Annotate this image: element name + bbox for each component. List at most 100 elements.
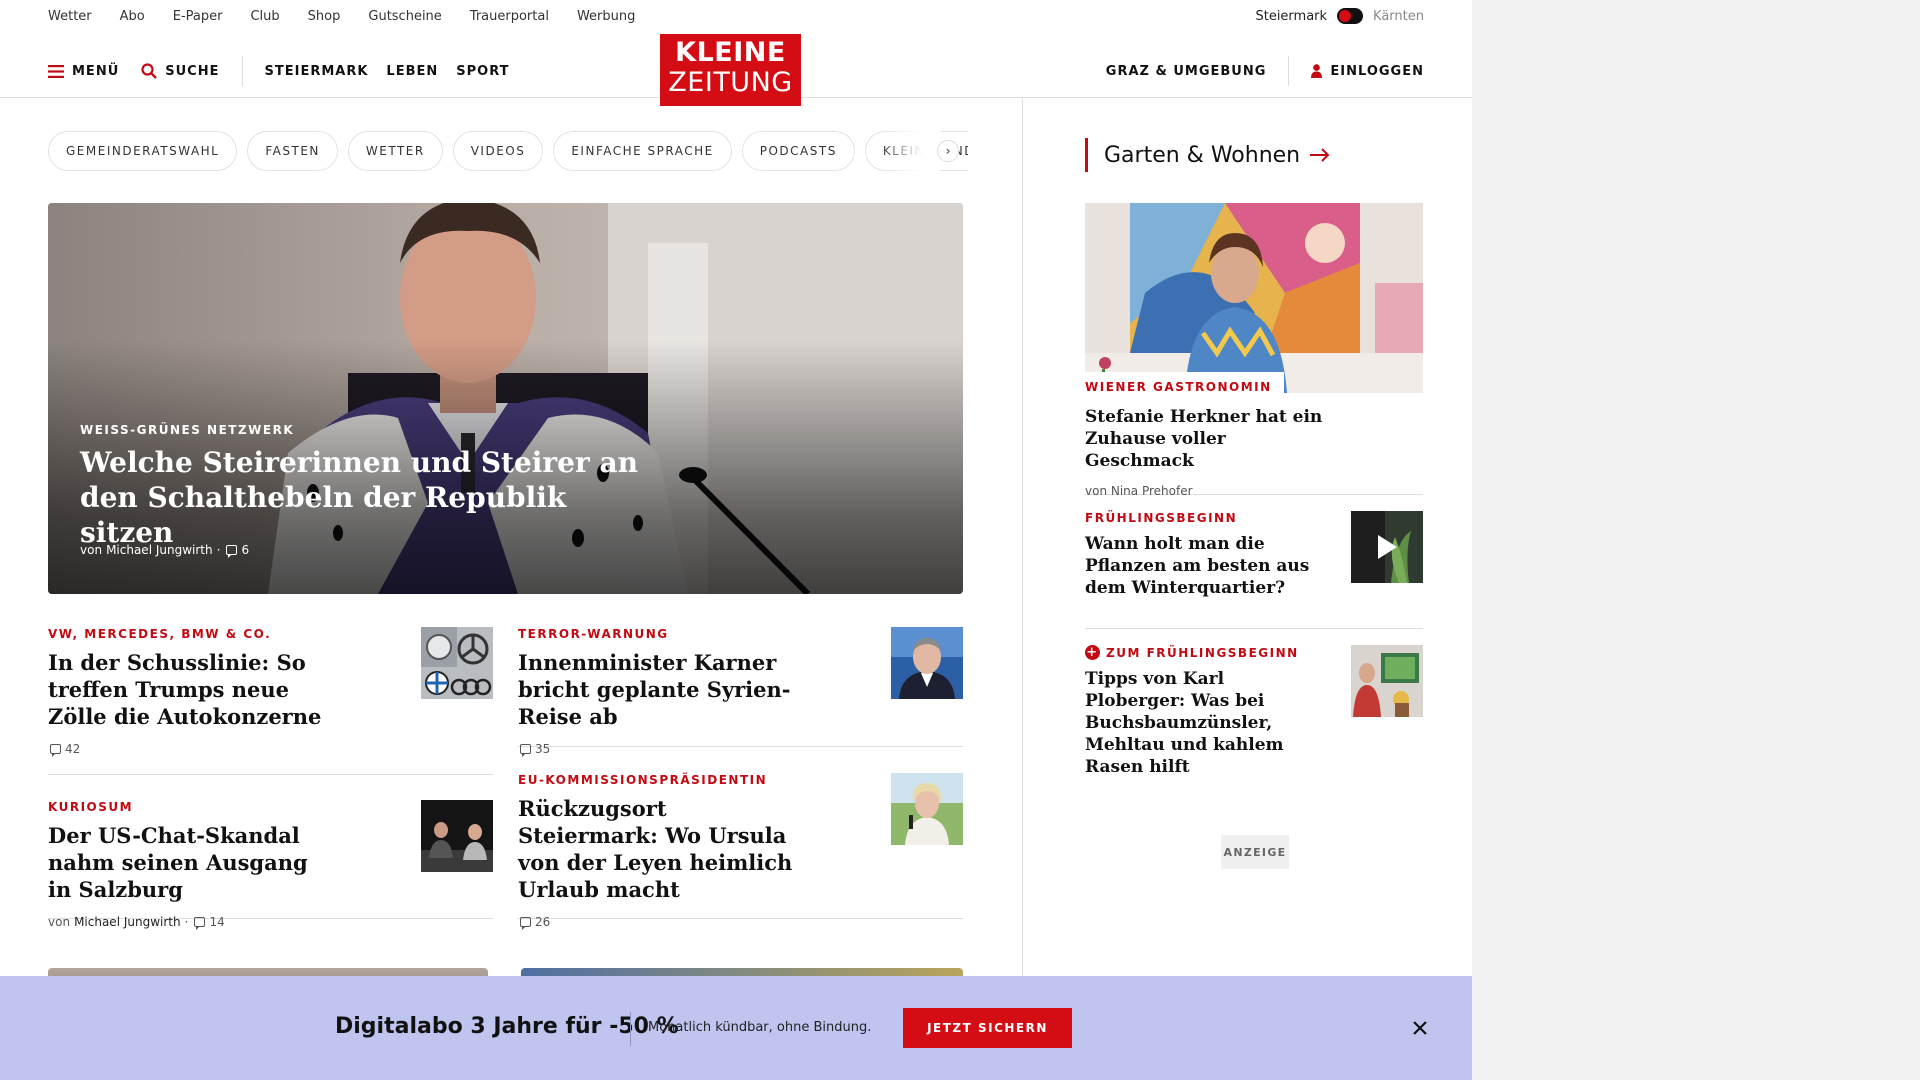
- hamburger-icon: [48, 64, 64, 78]
- promo-subline: Monatlich kündbar, ohne Bindung.: [648, 1020, 872, 1035]
- header-divider-right: [1288, 56, 1290, 86]
- logo-line-1: KLEINE: [675, 37, 786, 68]
- chip-fasten[interactable]: FASTEN: [247, 131, 338, 171]
- chip-podcasts[interactable]: PODCASTS: [741, 131, 855, 171]
- article-title: Rückzugsort Steiermark: Wo Ursula von de…: [518, 796, 793, 902]
- utility-link-gutscheine[interactable]: Gutscheine: [368, 9, 441, 24]
- promo-divider: [630, 1012, 631, 1046]
- sidebar-feature-title: Stefanie Herkner hat ein Zuhause voller …: [1085, 407, 1323, 471]
- article-card[interactable]: EU-KOMMISSIONSPRÄSIDENTIN Rückzugsort St…: [518, 773, 963, 930]
- article-comment-count[interactable]: 14: [209, 915, 224, 929]
- hero-comment-count[interactable]: 6: [241, 543, 249, 557]
- sidebar-article-title: Wann holt man die Pflanzen am besten aus…: [1085, 534, 1310, 598]
- sidebar-article[interactable]: + ZUM FRÜHLINGSBEGINN Tipps von Karl Plo…: [1085, 645, 1423, 777]
- car-logos-image: [421, 627, 493, 699]
- comment-icon: [520, 744, 531, 757]
- subscription-promo-bar: Digitalabo 3 Jahre für -50 % Monatlich k…: [0, 976, 1472, 1080]
- page: Wetter Abo E-Paper Club Shop Gutscheine …: [0, 0, 1472, 1080]
- sidebar-article-kicker-text: FRÜHLINGSBEGINN: [1085, 511, 1238, 525]
- article-meta: 42: [48, 742, 493, 757]
- region-switch: Steiermark Kärnten: [1255, 8, 1424, 24]
- sidebar-feature-author: von Nina Prehofer: [1085, 484, 1193, 498]
- chip-einfache-sprache[interactable]: EINFACHE SPRACHE: [553, 131, 732, 171]
- close-icon[interactable]: [1408, 1016, 1432, 1040]
- utility-link-epaper[interactable]: E-Paper: [173, 9, 223, 24]
- kleine-zeitung-logo[interactable]: KLEINE ZEITUNG: [660, 34, 801, 106]
- sidebar-article[interactable]: FRÜHLINGSBEGINN Wann holt man die Pflanz…: [1085, 511, 1423, 629]
- utility-bar: Wetter Abo E-Paper Club Shop Gutscheine …: [0, 0, 1472, 34]
- login-button[interactable]: EINLOGGEN: [1311, 64, 1424, 79]
- hero-author-prefix: von: [80, 543, 103, 557]
- plant-video-image: [1351, 511, 1423, 583]
- utility-link-shop[interactable]: Shop: [308, 9, 341, 24]
- chips-next-button[interactable]: ›: [937, 140, 959, 162]
- section-title-text: Garten & Wohnen: [1104, 142, 1301, 168]
- login-label: EINLOGGEN: [1330, 63, 1424, 79]
- sidebar-article-title: Tipps von Karl Ploberger: Was bei Buchsb…: [1085, 669, 1284, 777]
- chip-videos[interactable]: VIDEOS: [452, 131, 544, 171]
- page-background-margin: [1472, 0, 1920, 1080]
- article-comment-count[interactable]: 26: [535, 915, 550, 929]
- ploberger-image: [1351, 645, 1423, 717]
- utility-link-club[interactable]: Club: [250, 9, 279, 24]
- sidebar-article-thumbnail: [1351, 645, 1423, 717]
- minister-portrait-image: [891, 627, 963, 699]
- menu-button[interactable]: MENÜ: [48, 64, 119, 79]
- promo-headline: Digitalabo 3 Jahre für -50 %: [335, 1014, 679, 1039]
- article-comment-count[interactable]: 42: [65, 742, 80, 756]
- region-toggle[interactable]: [1337, 8, 1364, 24]
- user-icon: [1311, 64, 1323, 78]
- header-left: MENÜ SUCHE STEIERMARK LEBEN SPORT: [48, 56, 510, 86]
- column-divider: [1022, 98, 1023, 978]
- article-meta-separator: ·: [184, 915, 189, 929]
- nav-sport[interactable]: SPORT: [456, 64, 509, 79]
- header-divider: [241, 56, 243, 86]
- hero-author[interactable]: Michael Jungwirth: [106, 543, 213, 557]
- article-title: Der US-Chat-Skandal nahm seinen Ausgang …: [48, 823, 308, 902]
- utility-link-trauerportal[interactable]: Trauerportal: [470, 9, 549, 24]
- search-button[interactable]: SUCHE: [141, 63, 219, 79]
- hero-article[interactable]: WEISS-GRÜNES NETZWERK Welche Steirerinne…: [48, 203, 963, 594]
- utility-link-werbung[interactable]: Werbung: [577, 9, 635, 24]
- article-thumbnail: [421, 800, 493, 872]
- utility-link-wetter[interactable]: Wetter: [48, 9, 92, 24]
- search-label: SUCHE: [165, 63, 220, 79]
- article-thumbnail: [891, 773, 963, 845]
- logo-line-2: ZEITUNG: [668, 67, 793, 98]
- artwork-portrait-image: [1085, 203, 1423, 393]
- region-graz-link[interactable]: GRAZ & UMGEBUNG: [1106, 64, 1267, 79]
- nav-leben[interactable]: LEBEN: [386, 64, 438, 79]
- sidebar-feature-image: [1085, 203, 1423, 393]
- utility-link-abo[interactable]: Abo: [120, 9, 145, 24]
- nav-steiermark[interactable]: STEIERMARK: [265, 64, 369, 79]
- chip-wetter[interactable]: WETTER: [347, 131, 443, 171]
- von-der-leyen-image: [891, 773, 963, 845]
- comment-icon: [226, 545, 238, 558]
- article-meta: 26: [518, 915, 963, 930]
- ad-label: ANZEIGE: [1221, 835, 1289, 869]
- sidebar-article-kicker-text: ZUM FRÜHLINGSBEGINN: [1106, 645, 1299, 660]
- article-comment-count[interactable]: 35: [535, 742, 550, 756]
- article-card[interactable]: TERROR-WARNUNG Innenminister Karner bric…: [518, 627, 963, 757]
- article-author-prefix: von: [48, 915, 71, 929]
- article-card[interactable]: VW, MERCEDES, BMW & CO. In der Schusslin…: [48, 627, 493, 775]
- article-meta: 35: [518, 742, 963, 757]
- promo-cta-button[interactable]: JETZT SICHERN: [903, 1008, 1072, 1048]
- region-steiermark[interactable]: Steiermark: [1255, 9, 1327, 24]
- hero-kicker: WEISS-GRÜNES NETZWERK: [80, 423, 295, 437]
- article-title: Innenminister Karner bricht geplante Syr…: [518, 650, 791, 729]
- section-title-garten-wohnen[interactable]: Garten & Wohnen: [1085, 138, 1330, 172]
- utility-links: Wetter Abo E-Paper Club Shop Gutscheine …: [48, 9, 635, 24]
- chip-gemeinderatswahl[interactable]: GEMEINDERATSWAHL: [48, 131, 238, 171]
- main-header: MENÜ SUCHE STEIERMARK LEBEN SPORT KLEINE…: [0, 34, 1472, 106]
- comment-icon: [50, 744, 61, 757]
- chips-fade: [880, 131, 940, 171]
- article-author[interactable]: Michael Jungwirth: [74, 915, 181, 929]
- arrow-right-icon: [1310, 148, 1330, 162]
- article-thumbnail: [891, 627, 963, 699]
- topic-chips: GEMEINDERATSWAHL FASTEN WETTER VIDEOS EI…: [48, 131, 968, 171]
- article-title: In der Schusslinie: So treffen Trumps ne…: [48, 650, 322, 729]
- article-card[interactable]: KURIOSUM Der US-Chat-Skandal nahm seinen…: [48, 800, 493, 930]
- region-kaernten[interactable]: Kärnten: [1373, 9, 1424, 24]
- sidebar-feature-article[interactable]: WIENER GASTRONOMIN Stefanie Herkner hat …: [1085, 203, 1423, 498]
